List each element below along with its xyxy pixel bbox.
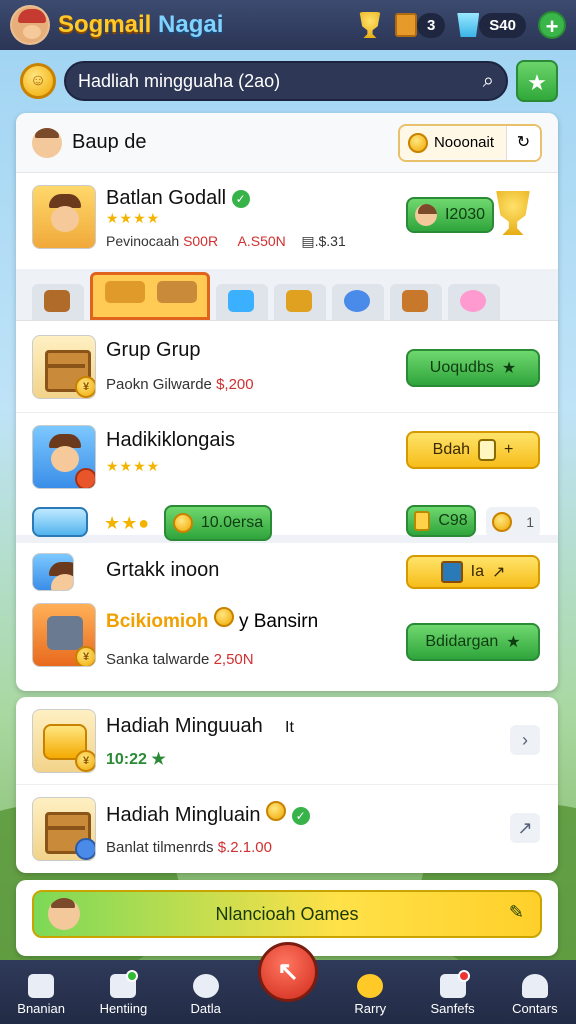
tile-orb[interactable] bbox=[332, 284, 384, 320]
box-count: 3 bbox=[426, 16, 436, 34]
app-logo-avatar bbox=[10, 5, 50, 45]
bottom-nav: Bnanian Hentiing Datla ↖ Rarry Sanfefs C… bbox=[0, 942, 576, 1024]
nav-item-rarry[interactable]: Rarry bbox=[335, 974, 405, 1016]
nav-item-sanfefs[interactable]: Sanfefs bbox=[418, 970, 488, 1016]
item-title: Hadikiklongais bbox=[106, 429, 235, 451]
box-stat[interactable]: 3 bbox=[394, 12, 446, 38]
trophy-icon[interactable] bbox=[359, 12, 381, 38]
tile-bag[interactable] bbox=[390, 284, 442, 320]
score-badge[interactable]: I2030 bbox=[406, 197, 494, 233]
claim-button[interactable]: Uoqudbs ★ bbox=[406, 349, 540, 387]
item-thumbnail bbox=[32, 425, 96, 489]
nav-item-datla[interactable]: Datla bbox=[171, 974, 241, 1016]
sun-gear-icon bbox=[357, 974, 384, 998]
gear-icon bbox=[192, 974, 219, 998]
item-title: Grtakk inoon bbox=[106, 559, 220, 581]
search-input[interactable]: Hadliah mingguaha (2ao) ⌕ bbox=[64, 61, 508, 101]
home-icon bbox=[28, 974, 55, 998]
list-item[interactable]: ¥ Hadiah Minguuah It 10:22 ★ › bbox=[16, 697, 558, 785]
cup-count: S40 bbox=[489, 16, 516, 34]
tile-gem[interactable] bbox=[216, 284, 268, 320]
coin-icon bbox=[407, 132, 428, 153]
item-thumbnail bbox=[32, 797, 96, 861]
rewards-panel: ¥ Hadiah Minguuah It 10:22 ★ › Hadiah Mi… bbox=[16, 697, 558, 873]
nav-item-contars[interactable]: Contars bbox=[500, 974, 570, 1016]
avatar bbox=[414, 204, 437, 226]
user-icon bbox=[521, 974, 548, 998]
top-bar: Sogmail Nagai 3 S40 + bbox=[0, 0, 576, 50]
list-item[interactable]: Grtakk inoon Ia ↗ ¥ Bcikiomioh y Bansirn … bbox=[16, 543, 558, 683]
cup-icon bbox=[457, 13, 480, 37]
chevron-right-icon[interactable]: › bbox=[510, 725, 540, 755]
header-action[interactable]: Nooonait ↻ bbox=[397, 123, 542, 162]
item-thumbnail bbox=[32, 553, 74, 591]
item-title: Batlan Godall ✓ bbox=[106, 187, 346, 210]
panel-header: Baup de Nooonait ↻ bbox=[16, 113, 558, 173]
highlight-line: Bcikiomioh y Bansirn bbox=[106, 607, 318, 633]
add-currency-button[interactable]: + bbox=[538, 11, 566, 39]
crate-icon bbox=[394, 13, 417, 37]
trophy-icon bbox=[496, 191, 530, 235]
list-item[interactable]: Batlan Godall ✓ ★★★★ Pevinocaah S00R A.S… bbox=[16, 173, 558, 269]
mug-pill[interactable]: C98 bbox=[406, 505, 476, 537]
tile-chest[interactable] bbox=[32, 284, 84, 320]
avatar bbox=[48, 898, 80, 930]
tile-selected[interactable] bbox=[90, 272, 210, 320]
category-tiles bbox=[16, 269, 558, 321]
search-value: Hadliah mingguaha (2ao) bbox=[78, 70, 281, 91]
edit-icon: ✎ bbox=[508, 902, 524, 922]
nav-item-play[interactable]: ↖ bbox=[253, 942, 323, 1016]
item-meta: Pevinocaah S00R A.S50N ▤.$.31 bbox=[106, 233, 346, 249]
cup-stat[interactable]: S40 bbox=[457, 12, 526, 38]
value-pill[interactable]: 10.0ersa bbox=[164, 505, 272, 541]
robot-thumbnail: ¥ bbox=[32, 603, 96, 667]
item-title: Hadiah Mingluain ✓ bbox=[106, 801, 310, 827]
play-button[interactable]: ↖ bbox=[257, 942, 318, 1002]
item-meta: Paokn Gilwarde $,200 bbox=[106, 376, 254, 393]
claim-button[interactable]: Bdidargan ★ bbox=[406, 623, 540, 661]
item-thumbnail bbox=[32, 185, 96, 249]
cta-button[interactable]: Nlancioah Oames ✎ bbox=[32, 890, 542, 938]
item-meta: 10:22 ★ bbox=[106, 751, 166, 768]
rating-stars: ★★★★ bbox=[106, 210, 161, 226]
header-action-label: Nooonait bbox=[433, 134, 494, 151]
list-item[interactable]: ¥ Grup Grup Paokn Gilwarde $,200 Uoqudbs… bbox=[16, 321, 558, 413]
coin-stack[interactable]: 1 bbox=[486, 507, 540, 537]
rating-stars: ★★● bbox=[104, 513, 151, 533]
map-button[interactable]: Ia ↗ bbox=[406, 555, 540, 589]
main-panel: Baup de Nooonait ↻ Batlan Godall ✓ ★★★★ … bbox=[16, 113, 558, 691]
list-item[interactable]: Hadikiklongais ★★★★ Bdah + ★★● 10.0ersa C… bbox=[16, 413, 558, 543]
nav-item-hentiing[interactable]: Hentiing bbox=[88, 970, 158, 1016]
coin-icon[interactable]: ☺ bbox=[20, 63, 56, 99]
rating-stars: ★★★★ bbox=[106, 458, 161, 474]
item-meta: Sanka talwarde 2,50N bbox=[106, 651, 254, 668]
item-meta: Banlat tilmenrds $.2.1.00 bbox=[106, 839, 272, 856]
item-thumbnail: ¥ bbox=[32, 335, 96, 399]
list-item[interactable]: Hadiah Mingluain ✓ Banlat tilmenrds $.2.… bbox=[16, 785, 558, 873]
bucket-icon[interactable] bbox=[32, 507, 88, 537]
refresh-icon[interactable]: ↻ bbox=[506, 125, 540, 160]
verified-icon: ✓ bbox=[231, 189, 250, 208]
item-title: Hadiah Minguuah It bbox=[106, 715, 294, 737]
app-title: Sogmail Nagai bbox=[58, 11, 224, 38]
star-button[interactable]: ★ bbox=[516, 60, 558, 102]
action-button[interactable]: Bdah + bbox=[406, 431, 540, 469]
avatar bbox=[32, 127, 62, 158]
panel-title: Baup de bbox=[72, 131, 147, 153]
tile-candy[interactable] bbox=[448, 284, 500, 320]
search-icon[interactable]: ⌕ bbox=[483, 70, 494, 93]
item-title: Grup Grup bbox=[106, 339, 201, 361]
tile-box[interactable] bbox=[274, 284, 326, 320]
item-thumbnail: ¥ bbox=[32, 709, 96, 773]
nav-item-home[interactable]: Bnanian bbox=[6, 974, 76, 1016]
share-icon[interactable]: ↗ bbox=[510, 813, 540, 843]
